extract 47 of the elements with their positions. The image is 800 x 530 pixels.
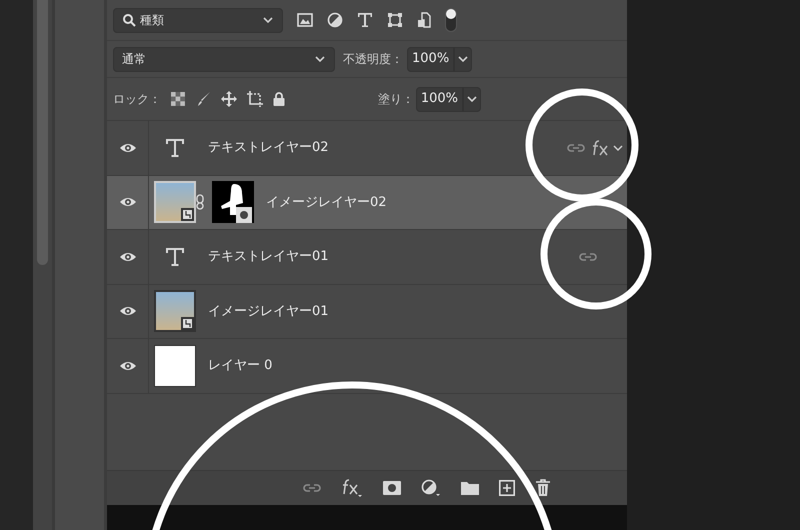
chain-icon bbox=[196, 194, 204, 210]
image-filter-icon[interactable] bbox=[297, 13, 313, 27]
move-icon[interactable] bbox=[221, 91, 237, 107]
photo-placeholder bbox=[154, 181, 196, 224]
folder-icon[interactable] bbox=[461, 481, 479, 495]
smart-object-icon bbox=[181, 208, 194, 222]
layer-row[interactable]: レイヤー 0 bbox=[107, 338, 627, 392]
layer-row[interactable]: イメージレイヤー01 bbox=[107, 284, 627, 338]
scrollbar-thumb[interactable] bbox=[37, 0, 48, 265]
kind-filter-dropdown[interactable]: 種類 bbox=[113, 8, 283, 32]
brush-icon[interactable] bbox=[195, 91, 211, 107]
layer-name: レイヤー 0 bbox=[208, 357, 272, 375]
lock-icon[interactable] bbox=[273, 92, 285, 106]
opacity-label: 不透明度： bbox=[343, 51, 403, 68]
lock-label: ロック： bbox=[113, 91, 161, 108]
layer-name: イメージレイヤー01 bbox=[208, 302, 329, 320]
mask-thumbnail bbox=[212, 181, 254, 224]
photo-placeholder bbox=[154, 290, 196, 332]
crop-icon[interactable] bbox=[247, 91, 263, 107]
adjustment-filter-icon[interactable] bbox=[327, 12, 343, 28]
layer-thumbnail bbox=[154, 344, 196, 387]
text-filter-icon[interactable] bbox=[357, 12, 373, 28]
layer-row[interactable]: イメージレイヤー02 bbox=[107, 174, 627, 229]
layer-name: テキストレイヤー01 bbox=[208, 248, 329, 266]
layer-name: テキストレイヤー02 bbox=[208, 139, 329, 157]
layer-row[interactable]: テキストレイヤー01 bbox=[107, 229, 627, 284]
checkerboard-icon[interactable] bbox=[171, 92, 185, 106]
opacity-field[interactable]: 100% bbox=[407, 46, 454, 72]
adjustment-icon[interactable] bbox=[421, 479, 441, 497]
trash-icon[interactable] bbox=[535, 479, 551, 497]
text-layer-icon bbox=[165, 246, 185, 267]
fill-field[interactable]: 100% bbox=[416, 86, 463, 112]
layer-name: イメージレイヤー02 bbox=[266, 194, 387, 212]
fill-label: 塗り： bbox=[378, 91, 414, 108]
smart-object-icon bbox=[181, 317, 194, 330]
fill-dropdown-button[interactable] bbox=[463, 86, 481, 112]
text-layer-icon bbox=[165, 138, 185, 158]
filter-toggle[interactable] bbox=[445, 8, 457, 32]
search-icon bbox=[122, 13, 136, 27]
new-layer-icon[interactable] bbox=[499, 480, 515, 496]
shape-filter-icon[interactable] bbox=[387, 12, 403, 28]
blend-mode-dropdown[interactable]: 通常 bbox=[113, 46, 335, 72]
opacity-dropdown-button[interactable] bbox=[454, 46, 472, 72]
mask-icon[interactable] bbox=[383, 481, 401, 495]
fx-icon[interactable] bbox=[341, 479, 363, 497]
smart-object-filter-icon[interactable] bbox=[417, 12, 431, 28]
link-icon[interactable] bbox=[303, 482, 321, 494]
